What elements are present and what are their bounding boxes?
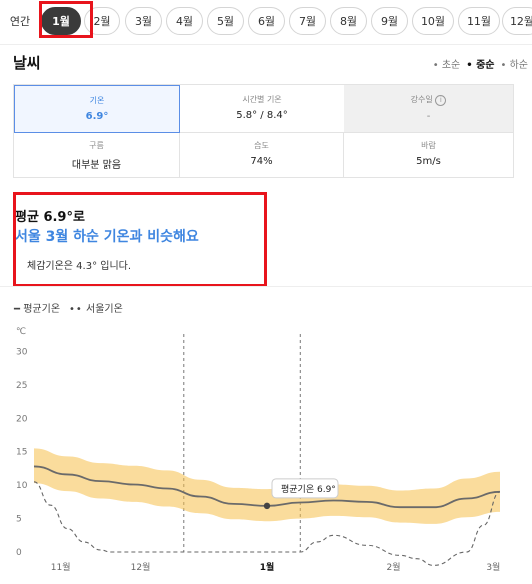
x-tick-label: 3월 <box>486 561 500 573</box>
y-unit-label: ℃ <box>16 327 26 337</box>
info-icon[interactable]: i <box>435 95 447 106</box>
tab-mid[interactable]: • 중순 <box>466 56 494 71</box>
month-tab-1[interactable]: 1월 <box>41 7 81 35</box>
x-tick-label: 12월 <box>131 561 151 573</box>
month-tab-0[interactable]: 연간 <box>2 7 38 35</box>
tooltip: 평균기온 6.9° <box>271 478 339 499</box>
tab-late[interactable]: • 하순 <box>501 56 528 71</box>
current-point <box>263 502 271 510</box>
x-tick-label: 11월 <box>51 561 71 573</box>
y-tick-label: 10 <box>16 481 28 491</box>
y-tick-label: 0 <box>16 548 22 558</box>
month-tab-10[interactable]: 10월 <box>412 7 454 35</box>
divider <box>0 286 532 287</box>
cell-temperature[interactable]: 기온 6.9° <box>14 85 180 133</box>
cell-hourly-temp[interactable]: 시간별 기온 5.8° / 8.4° <box>180 85 344 133</box>
y-tick-label: 25 <box>16 381 27 391</box>
month-tab-7[interactable]: 7월 <box>289 7 326 35</box>
cell-wind[interactable]: 바람 5m/s <box>344 133 513 177</box>
range-band <box>34 448 500 524</box>
period-tabs: • 초순 • 중순 • 하순 <box>433 56 528 71</box>
month-tab-6[interactable]: 6월 <box>248 7 285 35</box>
weather-grid: 기온 6.9° 시간별 기온 5.8° / 8.4° 강수일 i - 구름 대부… <box>13 84 514 178</box>
summary-subtitle: 서울 3월 하순 기온과 비슷해요 <box>15 229 199 245</box>
tab-early[interactable]: • 초순 <box>433 56 460 71</box>
month-tab-5[interactable]: 5월 <box>207 7 244 35</box>
summary-note: 체감기온은 4.3° 입니다. <box>27 261 132 272</box>
month-tab-4[interactable]: 4월 <box>166 7 203 35</box>
month-tab-11[interactable]: 11월 <box>458 7 500 35</box>
legend-seoul: •• 서울기온 <box>69 304 123 315</box>
summary-title: 평균 6.9°로 <box>15 210 85 225</box>
y-tick-label: 30 <box>16 347 28 357</box>
y-tick-label: 20 <box>16 414 28 424</box>
cell-precip-days[interactable]: 강수일 i - <box>344 85 513 133</box>
section-title: 날씨 <box>13 54 41 72</box>
month-selector: 연간 1월 2월 3월 4월 5월 6월 7월 8월 9월 10월 11월 12월 <box>0 0 532 42</box>
divider <box>0 44 532 45</box>
x-tick-label: 1월 <box>260 561 275 573</box>
chart-legend: ━ 평균기온 •• 서울기온 <box>14 300 123 315</box>
cell-humidity[interactable]: 습도 74% <box>180 133 344 177</box>
legend-avg: ━ 평균기온 <box>14 304 61 315</box>
month-tab-9[interactable]: 9월 <box>371 7 408 35</box>
cell-clouds[interactable]: 구름 대부분 맑음 <box>14 133 180 177</box>
x-tick-label: 2월 <box>386 561 400 573</box>
tooltip-text: 평균기온 6.9° <box>281 484 336 495</box>
month-tab-8[interactable]: 8월 <box>330 7 367 35</box>
month-tab-3[interactable]: 3월 <box>125 7 162 35</box>
temperature-chart: ℃ 0 5 10 15 20 25 30 11월 12월 1월 2월 3월 평균기온 6.9° <box>16 327 500 573</box>
y-tick-label: 15 <box>16 448 27 458</box>
month-tab-2[interactable]: 2월 <box>84 7 120 35</box>
y-tick-label: 5 <box>16 515 22 525</box>
month-tab-12[interactable]: 12월 <box>502 7 532 35</box>
